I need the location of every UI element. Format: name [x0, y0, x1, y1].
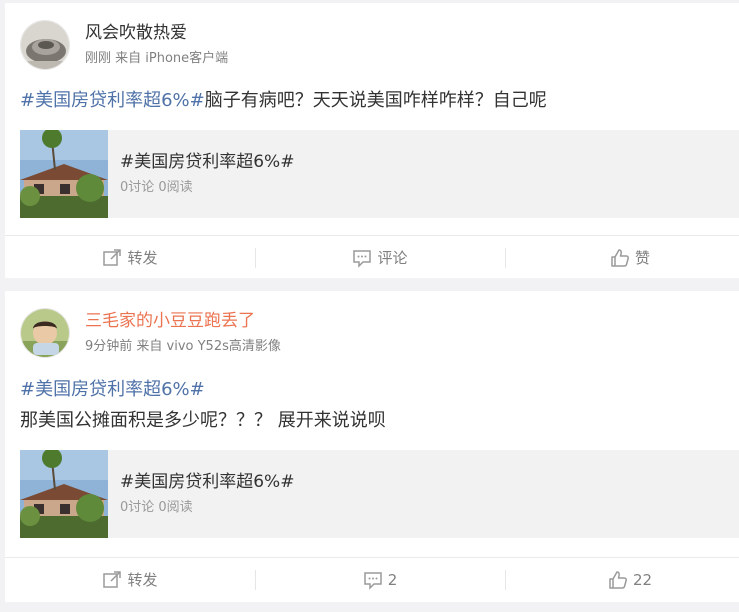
topic-title[interactable]: #美国房贷利率超6%#	[120, 470, 294, 494]
comment-icon	[353, 249, 372, 268]
like-label: 赞	[634, 249, 650, 267]
post-content: #美国房贷利率超6%# 那美国公摊面积是多少呢？？？ 展开来说说呗	[20, 374, 720, 436]
post-meta: 刚刚 来自 iPhone客户端	[85, 51, 229, 66]
hashtag-link[interactable]: #美国房贷利率超6%#	[20, 90, 205, 111]
repost-button[interactable]: 转发	[5, 236, 255, 279]
topic-stats: 0讨论 0阅读	[120, 180, 193, 195]
topic-stats: 0讨论 0阅读	[120, 500, 193, 515]
post-content: #美国房贷利率超6%#脑子有病吧？天天说美国咋样咋样？自己呢	[20, 85, 720, 116]
topic-card[interactable]: #美国房贷利率超6%# 0讨论 0阅读	[20, 130, 739, 218]
comment-button[interactable]: 评论	[255, 236, 505, 279]
like-icon	[609, 570, 627, 589]
post-body-text: 脑子有病吧？天天说美国咋样咋样？自己呢	[204, 90, 547, 111]
like-button[interactable]: 赞	[505, 236, 739, 279]
like-count: 22	[632, 570, 653, 589]
repost-label: 转发	[127, 249, 158, 267]
repost-label: 转发	[127, 571, 158, 589]
comment-button[interactable]: 2	[255, 558, 505, 601]
post-card: 风会吹散热爱 刚刚 来自 iPhone客户端 #美国房贷利率超6%#脑子有病吧？…	[5, 3, 739, 278]
action-bar: 转发 2 22	[5, 557, 739, 600]
post-meta: 9分钟前 来自 vivo Y52s高清影像	[85, 339, 281, 354]
topic-thumbnail	[20, 450, 108, 538]
avatar[interactable]	[20, 20, 70, 70]
hashtag-link[interactable]: #美国房贷利率超6%#	[20, 379, 205, 400]
topic-card[interactable]: #美国房贷利率超6%# 0讨论 0阅读	[20, 450, 739, 538]
weibo-feed: 风会吹散热爱 刚刚 来自 iPhone客户端 #美国房贷利率超6%#脑子有病吧？…	[0, 0, 739, 612]
repost-icon	[103, 570, 122, 588]
action-bar: 转发 评论 赞	[5, 235, 739, 278]
post-card: 三毛家的小豆豆跑丢了 9分钟前 来自 vivo Y52s高清影像 #美国房贷利率…	[5, 291, 739, 602]
topic-title[interactable]: #美国房贷利率超6%#	[120, 150, 294, 174]
username[interactable]: 风会吹散热爱	[85, 22, 187, 44]
comment-count: 2	[387, 570, 398, 589]
topic-thumbnail	[20, 130, 108, 218]
repost-button[interactable]: 转发	[5, 558, 255, 601]
repost-icon	[103, 248, 122, 266]
avatar[interactable]	[20, 308, 70, 358]
comment-icon	[363, 571, 382, 590]
post-body-text: 那美国公摊面积是多少呢？？？ 展开来说说呗	[20, 410, 386, 431]
like-button[interactable]: 22	[505, 558, 739, 601]
like-icon	[611, 248, 629, 267]
username[interactable]: 三毛家的小豆豆跑丢了	[85, 310, 255, 332]
comment-label: 评论	[377, 249, 408, 267]
